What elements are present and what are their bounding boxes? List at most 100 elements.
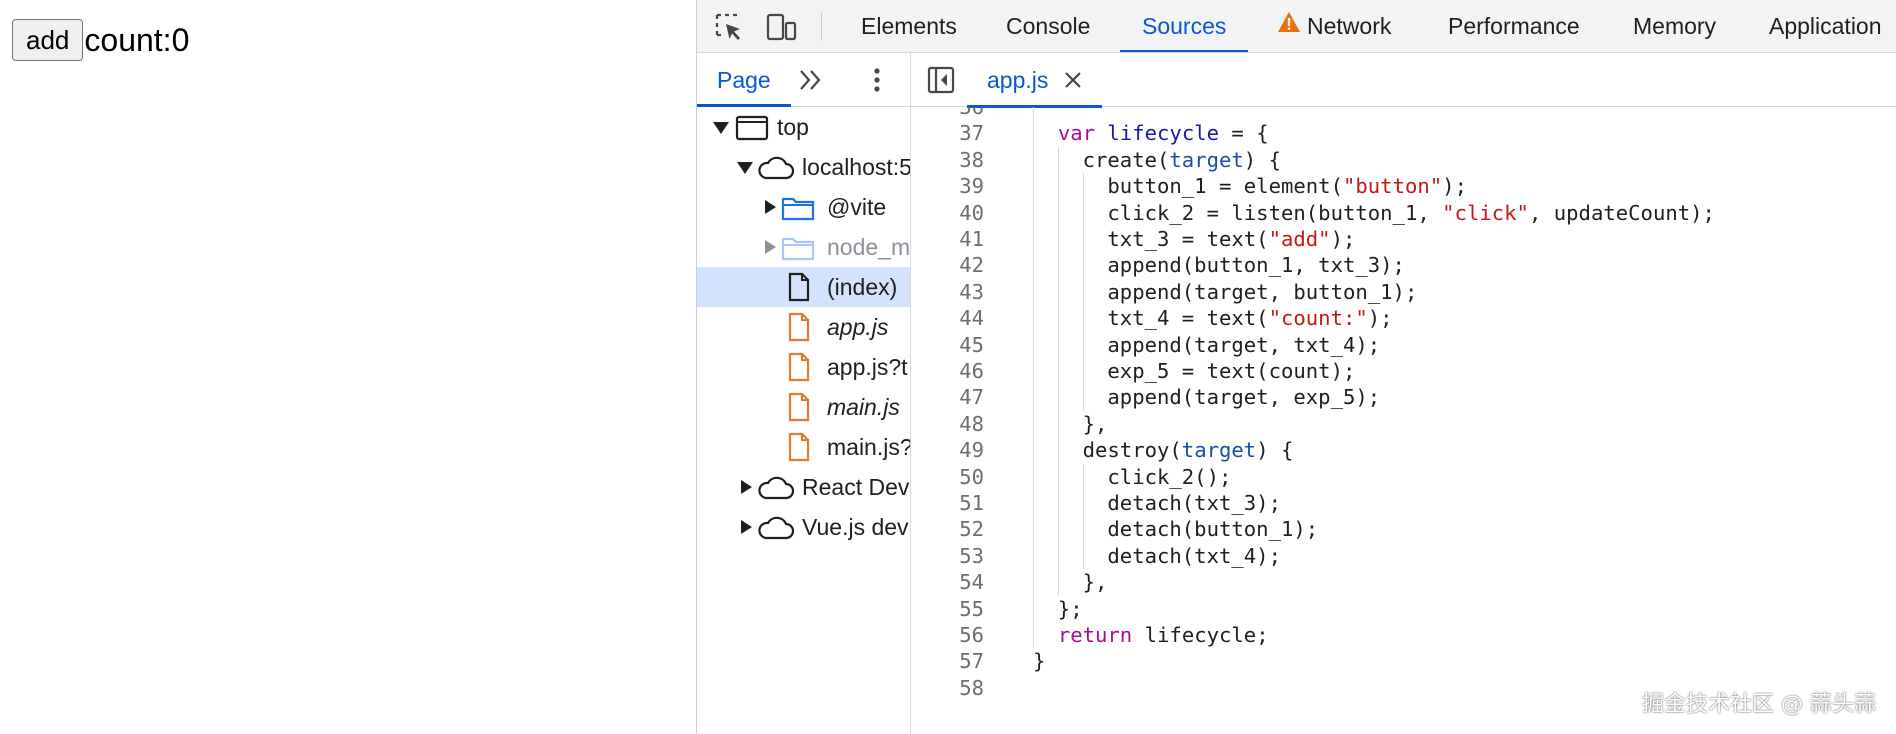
collapse-arrow-icon[interactable] [741,520,752,534]
code-text: detach(button_1); [1033,517,1319,542]
code-text: click_2(); [1033,464,1232,489]
tree-item-main-js-query[interactable]: main.js? [697,427,911,467]
warning-icon [1277,0,1301,52]
code-line: 57} [911,648,1896,674]
tree-item-index[interactable]: (index) [697,267,910,307]
code-line: 50 click_2(); [911,464,1896,490]
code-view[interactable]: 36 37 var lifecycle = {38 create(target) … [911,107,1896,734]
tree-item-node-modules[interactable]: node_m [697,227,911,267]
code-text: append(target, exp_5); [1033,385,1381,410]
tab-elements[interactable]: Elements [861,0,957,52]
line-number[interactable]: 44 [911,305,984,331]
line-number[interactable]: 54 [911,569,984,595]
line-number[interactable]: 50 [911,464,984,490]
line-number[interactable]: 53 [911,543,984,569]
frame-icon [735,115,769,146]
code-line: 38 create(target) { [911,147,1896,173]
line-number[interactable]: 46 [911,358,984,384]
count-text: count:0 [84,22,190,58]
tab-page[interactable]: Page [697,53,791,107]
chevron-double-right-icon[interactable] [797,67,825,93]
code-line: 41 txt_3 = text("add"); [911,226,1896,252]
tree-item-localhost[interactable]: localhost:5 [697,147,911,187]
code-text: append(button_1, txt_3); [1033,253,1405,278]
line-number[interactable]: 55 [911,596,984,622]
code-text: button_1 = element("button"); [1033,174,1467,199]
tree-item-app-js-query[interactable]: app.js?t [697,347,910,387]
line-number[interactable]: 40 [911,200,984,226]
script-file-icon [787,432,811,467]
code-text: var lifecycle = { [1057,121,1269,146]
device-toolbar-icon[interactable] [763,9,799,45]
folder-icon [781,234,815,267]
more-options-icon[interactable] [867,65,887,95]
code-line: 40 click_2 = listen(button_1, "click", u… [911,200,1896,226]
tab-sources[interactable]: Sources [1119,0,1249,52]
tab-network[interactable]: Network [1277,0,1391,52]
line-number[interactable]: 58 [911,675,984,701]
code-text: click_2 = listen(button_1, "click", upda… [1033,200,1715,225]
code-text: detach(txt_4); [1033,543,1281,568]
code-line: 36 [911,107,1896,120]
expand-arrow-icon[interactable] [713,122,729,134]
code-text: create(target) { [1033,147,1281,172]
line-number[interactable]: 52 [911,516,984,542]
tab-performance[interactable]: Performance [1448,0,1580,52]
code-text: detach(txt_3); [1033,491,1281,515]
line-number[interactable]: 47 [911,384,984,410]
line-number[interactable]: 43 [911,279,984,305]
tree-item-vite[interactable]: @vite [697,187,910,227]
code-text: append(target, button_1); [1033,279,1418,304]
tree-item-label: Vue.js dev [802,514,909,540]
line-number[interactable]: 41 [911,226,984,252]
tree-item-label: main.js? [827,434,911,460]
line-number[interactable]: 57 [911,648,984,674]
line-number[interactable]: 38 [911,147,984,173]
inspect-element-icon[interactable] [711,9,747,45]
code-text: txt_3 = text("add"); [1033,227,1356,251]
navigator-header: Page [697,53,910,107]
tree-item-label: main.js [827,394,900,420]
tree-item-vue-devtools[interactable]: Vue.js dev [697,507,910,547]
code-line: 43 append(target, button_1); [911,279,1896,305]
tree-item-app-js[interactable]: app.js [697,307,910,347]
tab-app-js[interactable]: app.js [967,53,1103,108]
line-number[interactable]: 49 [911,437,984,463]
tree-item-main-js[interactable]: main.js [697,387,910,427]
code-line: 42 append(button_1, txt_3); [911,252,1896,278]
line-number[interactable]: 36 [911,107,984,120]
expand-arrow-icon[interactable] [737,162,753,174]
script-file-icon [787,392,811,427]
line-number[interactable]: 56 [911,622,984,648]
app-window: add count:0 Elements Console Sources Net… [0,0,1896,734]
close-icon[interactable] [1064,71,1082,89]
line-number[interactable]: 48 [911,411,984,437]
tree-item-label: localhost:5 [802,154,911,180]
collapse-arrow-icon[interactable] [741,480,752,494]
code-text: }, [1033,570,1108,595]
tree-item-label: node_m [827,234,911,260]
line-number[interactable]: 45 [911,332,984,358]
line-number[interactable]: 42 [911,252,984,278]
line-number[interactable]: 51 [911,490,984,516]
tree-item-react-devtools[interactable]: React Dev [697,467,910,507]
line-number[interactable]: 37 [911,120,984,146]
code-line: 39 button_1 = element("button"); [911,173,1896,199]
collapse-arrow-icon[interactable] [765,240,776,254]
tab-memory[interactable]: Memory [1633,0,1716,52]
add-button[interactable]: add [12,19,84,61]
cloud-icon [757,475,795,506]
editor-tab-bar: app.js [911,53,1896,108]
tab-application[interactable]: Application [1769,0,1882,52]
tree-item-label: app.js [827,314,889,340]
line-number[interactable]: 39 [911,173,984,199]
tab-console[interactable]: Console [1006,0,1090,52]
document-icon [787,272,811,307]
toggle-navigator-icon[interactable] [927,66,955,94]
tree-item-top[interactable]: top [697,107,910,147]
collapse-arrow-icon[interactable] [765,200,776,214]
code-line: 52 detach(button_1); [911,516,1896,542]
code-line: 48 }, [911,411,1896,437]
code-text: return lifecycle; [1057,623,1269,647]
sources-navigator: Page top localhost:5 @vite node_m (index… [697,53,911,734]
